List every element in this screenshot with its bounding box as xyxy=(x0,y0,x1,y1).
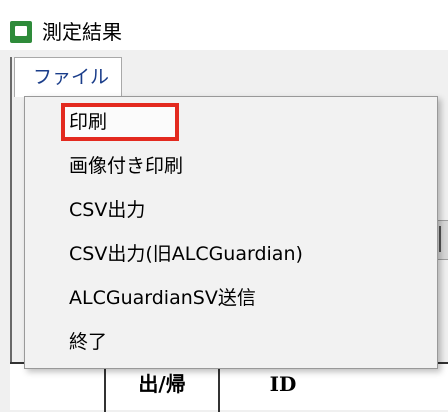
window-title: 測定結果 xyxy=(42,20,122,44)
menu-item-exit[interactable]: 終了 xyxy=(25,323,437,361)
file-dropdown-menu: 印刷 画像付き印刷 CSV出力 CSV出力(旧ALCGuardian) ALCG… xyxy=(24,96,438,369)
menu-item-send-sv[interactable]: ALCGuardianSV送信 xyxy=(25,279,437,317)
app-icon xyxy=(10,21,32,43)
column-header-exit-return[interactable]: 出/帰 xyxy=(106,370,218,398)
menu-item-csv-export-legacy[interactable]: CSV出力(旧ALCGuardian) xyxy=(25,235,437,273)
grid-row-edge xyxy=(437,220,448,260)
results-grid-header: 出/帰 ID xyxy=(10,362,448,412)
menu-item-label: 印刷 xyxy=(69,111,108,133)
menu-item-print-with-image[interactable]: 画像付き印刷 xyxy=(25,147,437,185)
pane-border xyxy=(10,57,12,410)
menu-item-label: ALCGuardianSV送信 xyxy=(69,287,256,309)
menu-item-label: CSV出力(旧ALCGuardian) xyxy=(69,243,303,265)
column-header-id[interactable]: ID xyxy=(220,370,346,398)
file-menu-label: ファイル xyxy=(33,66,110,88)
menu-item-print[interactable]: 印刷 xyxy=(25,103,437,141)
file-menu[interactable]: ファイル xyxy=(14,57,122,97)
title-bar: 測定結果 xyxy=(0,0,448,50)
menu-item-label: 画像付き印刷 xyxy=(69,155,184,177)
menu-item-csv-export[interactable]: CSV出力 xyxy=(25,191,437,229)
menu-item-label: 終了 xyxy=(69,331,108,353)
menu-item-label: CSV出力 xyxy=(69,199,146,221)
